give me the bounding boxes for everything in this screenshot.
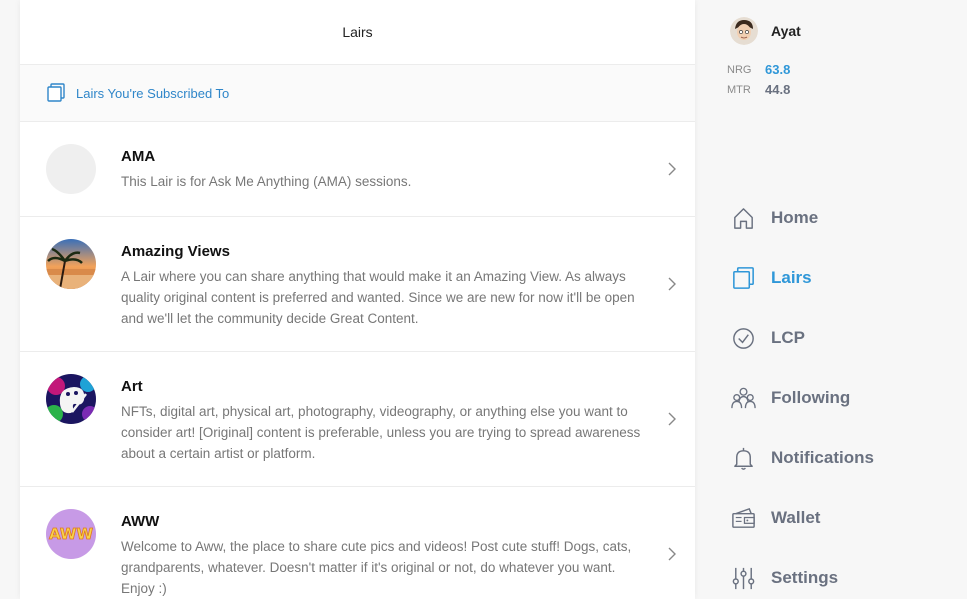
nav-label: Settings xyxy=(771,568,839,587)
nav-label: Home xyxy=(771,208,819,227)
bell-icon xyxy=(730,445,757,472)
stat-value: 63.8 xyxy=(765,62,791,77)
nav-item-lairs[interactable]: Lairs xyxy=(730,248,874,308)
nav-label: Wallet xyxy=(771,508,821,527)
nav-label: Following xyxy=(771,388,851,407)
sliders-icon xyxy=(730,565,757,592)
lair-name: Art xyxy=(121,378,143,395)
lair-name: AWW xyxy=(121,513,160,530)
lair-item-art[interactable]: Art NFTs, digital art, physical art, pho… xyxy=(20,352,695,487)
home-icon xyxy=(730,205,757,232)
stat-label: NRG xyxy=(727,63,752,76)
chevron-right-icon[interactable] xyxy=(667,412,677,426)
lairs-icon xyxy=(730,265,757,292)
stat-value: 44.8 xyxy=(765,82,791,97)
lair-description: NFTs, digital art, physical art, photogr… xyxy=(121,404,641,461)
subscribed-label: Lairs You're Subscribed To xyxy=(76,85,230,101)
lair-avatar xyxy=(46,239,96,289)
aww-logo: AWW xyxy=(46,509,96,559)
lair-avatar: AWW xyxy=(46,509,96,559)
chevron-right-icon[interactable] xyxy=(667,547,677,561)
nav-item-notifications[interactable]: Notifications xyxy=(730,428,874,488)
lair-item-ama[interactable]: AMA This Lair is for Ask Me Anything (AM… xyxy=(20,122,695,217)
avatar[interactable] xyxy=(730,17,758,45)
page-title: Lairs xyxy=(342,24,373,40)
nav-label: Lairs xyxy=(771,268,812,287)
chevron-right-icon[interactable] xyxy=(667,277,677,291)
lair-item-aww[interactable]: AWW AWW Welcome to Aww, the place to sha… xyxy=(20,487,695,599)
user-name: Ayat xyxy=(771,23,801,39)
chevron-right-icon[interactable] xyxy=(667,162,677,176)
nav-item-wallet[interactable]: Wallet xyxy=(730,488,874,548)
nav-item-settings[interactable]: Settings xyxy=(730,548,874,599)
lair-avatar xyxy=(46,374,96,424)
nav-label: LCP xyxy=(771,328,805,347)
subscribed-lairs-link[interactable]: Lairs You're Subscribed To xyxy=(20,65,695,122)
right-sidebar: Ayat NRG 63.8 MTR 44.8 Home Lairs LCP Fo… xyxy=(720,0,967,599)
beach-sunset-image xyxy=(46,239,96,289)
people-icon xyxy=(730,385,757,412)
stat-nrg: NRG 63.8 xyxy=(727,62,790,77)
lair-description: This Lair is for Ask Me Anything (AMA) s… xyxy=(121,174,412,189)
lairs-icon xyxy=(47,83,65,102)
art-palette-image xyxy=(46,374,96,424)
svg-text:AWW: AWW xyxy=(49,525,93,543)
page-header: Lairs xyxy=(20,0,695,65)
lairs-panel: Lairs Lairs You're Subscribed To AMA Thi… xyxy=(20,0,695,599)
stat-mtr: MTR 44.8 xyxy=(727,82,790,97)
lair-avatar xyxy=(46,144,96,194)
main-nav: Home Lairs LCP Following Notifications W… xyxy=(730,188,874,599)
stat-label: MTR xyxy=(727,83,751,96)
nav-item-home[interactable]: Home xyxy=(730,188,874,248)
lair-description: Welcome to Aww, the place to share cute … xyxy=(121,539,632,596)
lair-name: AMA xyxy=(121,148,156,165)
nav-label: Notifications xyxy=(771,448,874,467)
lair-description: A Lair where you can share anything that… xyxy=(121,269,635,326)
nav-item-following[interactable]: Following xyxy=(730,368,874,428)
check-circle-icon xyxy=(730,325,757,352)
lair-name: Amazing Views xyxy=(121,243,230,260)
lair-item-amazing-views[interactable]: Amazing Views A Lair where you can share… xyxy=(20,217,695,352)
wallet-icon xyxy=(730,505,757,532)
nav-item-lcp[interactable]: LCP xyxy=(730,308,874,368)
user-profile[interactable]: Ayat xyxy=(730,17,801,45)
